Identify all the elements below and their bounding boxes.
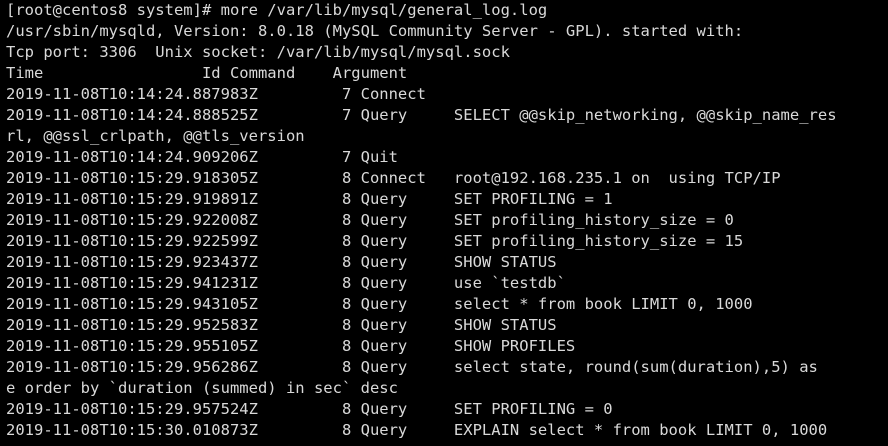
log-line: 2019-11-08T10:15:29.957524Z 8 Query SET … xyxy=(6,400,613,418)
log-line: 2019-11-08T10:14:24.887983Z 7 Connect xyxy=(6,85,426,103)
log-line: 2019-11-08T10:14:24.888525Z 7 Query SELE… xyxy=(6,106,837,124)
log-line: 2019-11-08T10:15:29.918305Z 8 Connect ro… xyxy=(6,169,781,187)
log-line-wrapped: e order by `duration (summed) in sec` de… xyxy=(6,379,398,397)
log-column-headers: Time Id Command Argument xyxy=(6,64,408,82)
log-line: 2019-11-08T10:15:29.956286Z 8 Query sele… xyxy=(6,358,818,376)
log-line: 2019-11-08T10:15:29.952583Z 8 Query SHOW… xyxy=(6,316,557,334)
log-line: 2019-11-08T10:14:24.909206Z 7 Quit xyxy=(6,148,398,166)
log-line: 2019-11-08T10:15:29.955105Z 8 Query SHOW… xyxy=(6,337,576,355)
shell-prompt-line: [root@centos8 system]# more /var/lib/mys… xyxy=(6,1,548,19)
log-header-socket: Tcp port: 3306 Unix socket: /var/lib/mys… xyxy=(6,43,510,61)
log-header-version: /usr/sbin/mysqld, Version: 8.0.18 (MySQL… xyxy=(6,22,744,40)
log-line: 2019-11-08T10:15:29.922008Z 8 Query SET … xyxy=(6,211,734,229)
log-line-wrapped: rl, @@ssl_crlpath, @@tls_version xyxy=(6,127,305,145)
log-line: 2019-11-08T10:15:29.943105Z 8 Query sele… xyxy=(6,295,753,313)
log-line: 2019-11-08T10:15:29.941231Z 8 Query use … xyxy=(6,274,566,292)
log-line: 2019-11-08T10:15:29.919891Z 8 Query SET … xyxy=(6,190,613,208)
log-line: 2019-11-08T10:15:29.923437Z 8 Query SHOW… xyxy=(6,253,557,271)
terminal-window[interactable]: [root@centos8 system]# more /var/lib/mys… xyxy=(0,0,888,446)
log-line: 2019-11-08T10:15:29.922599Z 8 Query SET … xyxy=(6,232,744,250)
log-line: 2019-11-08T10:15:30.010873Z 8 Query EXPL… xyxy=(6,421,828,439)
